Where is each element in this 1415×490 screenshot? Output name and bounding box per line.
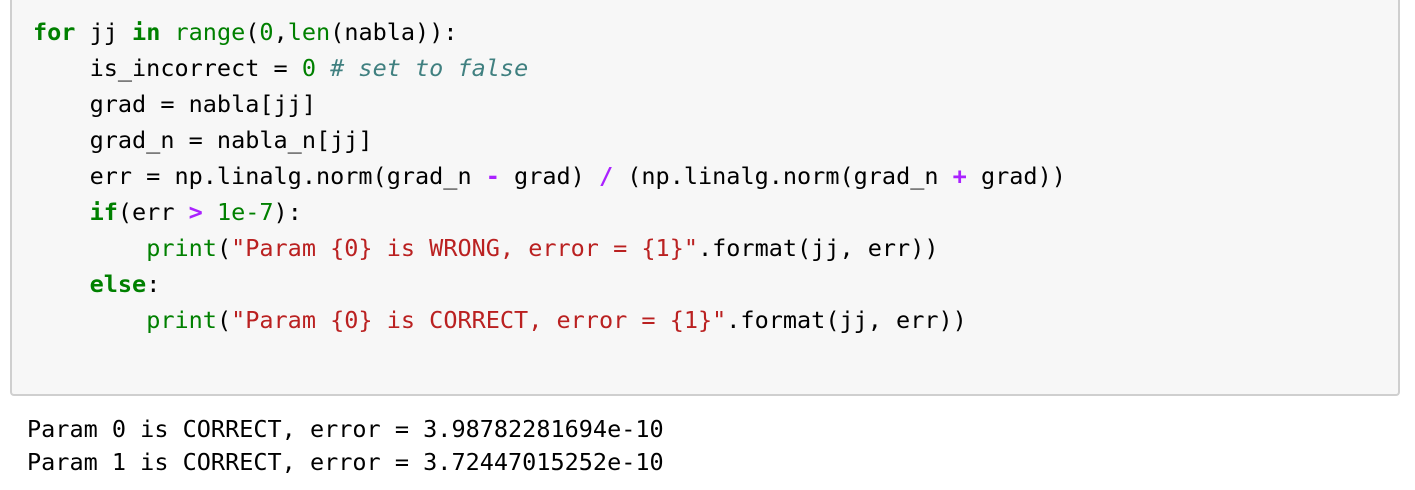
code-token: grad)) <box>966 162 1066 190</box>
code-token: print <box>146 306 217 334</box>
code-token: "Param {0} is WRONG, error = {1}" <box>231 234 698 262</box>
code-line: err = np.linalg.norm(grad_n - grad) / (n… <box>33 158 1066 194</box>
code-line: print("Param {0} is CORRECT, error = {1}… <box>33 302 1066 338</box>
code-token: : <box>146 270 161 298</box>
output-line: Param 1 is CORRECT, error = 3.7244701525… <box>27 448 664 476</box>
code-token: ( <box>216 234 232 262</box>
code-token: 0 <box>259 18 274 46</box>
code-token: "Param {0} is CORRECT, error = {1}" <box>231 306 727 334</box>
code-token: else <box>89 270 147 298</box>
code-line: if(err > 1e-7): <box>33 194 1066 230</box>
code-token: grad_n = nabla_n[jj] <box>33 126 373 154</box>
code-line: for jj in range(0,len(nabla)): <box>33 14 1066 50</box>
code-cell-input[interactable]: for jj in range(0,len(nabla)): is_incorr… <box>10 0 1400 396</box>
code-editor[interactable]: for jj in range(0,len(nabla)): is_incorr… <box>33 14 1066 338</box>
code-token: jj <box>75 18 133 46</box>
code-token: grad = nabla[jj] <box>33 90 316 118</box>
code-line: print("Param {0} is WRONG, error = {1}".… <box>33 230 1066 266</box>
code-token: / <box>598 162 614 190</box>
code-token: err = np.linalg.norm(grad_n <box>33 162 486 190</box>
code-line: grad_n = nabla_n[jj] <box>33 122 1066 158</box>
code-token: ( <box>245 18 260 46</box>
code-token: # set to false <box>330 54 529 82</box>
code-token: .format(jj, err)) <box>726 306 967 334</box>
code-token: if <box>89 198 118 226</box>
code-token: , <box>273 18 288 46</box>
output-line: Param 0 is CORRECT, error = 3.9878228169… <box>27 415 664 443</box>
code-token: (nabla)): <box>330 18 458 46</box>
code-token: > <box>188 198 203 226</box>
cell-output: Param 0 is CORRECT, error = 3.9878228169… <box>27 413 664 479</box>
code-token: (np.linalg.norm(grad_n <box>613 162 953 190</box>
code-token: grad) <box>499 162 599 190</box>
code-token: - <box>485 162 500 190</box>
code-token: range <box>174 18 246 46</box>
code-token: .format(jj, err)) <box>697 234 939 262</box>
code-line: grad = nabla[jj] <box>33 86 1066 122</box>
code-token: is_incorrect = <box>33 54 302 82</box>
code-token: ( <box>216 306 232 334</box>
code-token: len <box>287 18 331 46</box>
code-token: 0 <box>301 54 316 82</box>
code-token: 1e-7 <box>216 198 274 226</box>
code-line: is_incorrect = 0 # set to false <box>33 50 1066 86</box>
code-token: (err <box>117 198 189 226</box>
code-token: + <box>952 162 967 190</box>
code-token: print <box>146 234 217 262</box>
code-token: in <box>132 18 161 46</box>
code-token: for <box>33 18 76 46</box>
code-line: else: <box>33 266 1066 302</box>
code-token: ): <box>273 198 302 226</box>
